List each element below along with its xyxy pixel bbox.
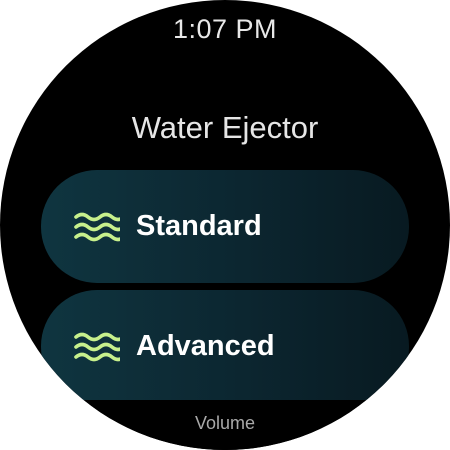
page-title: Water Ejector [131,110,319,145]
status-time: 1:07 PM [172,14,278,44]
volume-label[interactable]: Volume [0,413,450,434]
advanced-mode-label: Advanced [136,330,275,362]
watch-screen: 1:07 PM Water Ejector Standard Advanced … [0,0,450,450]
waves-icon [74,332,120,361]
standard-mode-button[interactable]: Standard [41,170,409,283]
advanced-mode-button[interactable]: Advanced [41,290,409,403]
waves-icon [74,212,120,241]
standard-mode-label: Standard [136,210,262,242]
